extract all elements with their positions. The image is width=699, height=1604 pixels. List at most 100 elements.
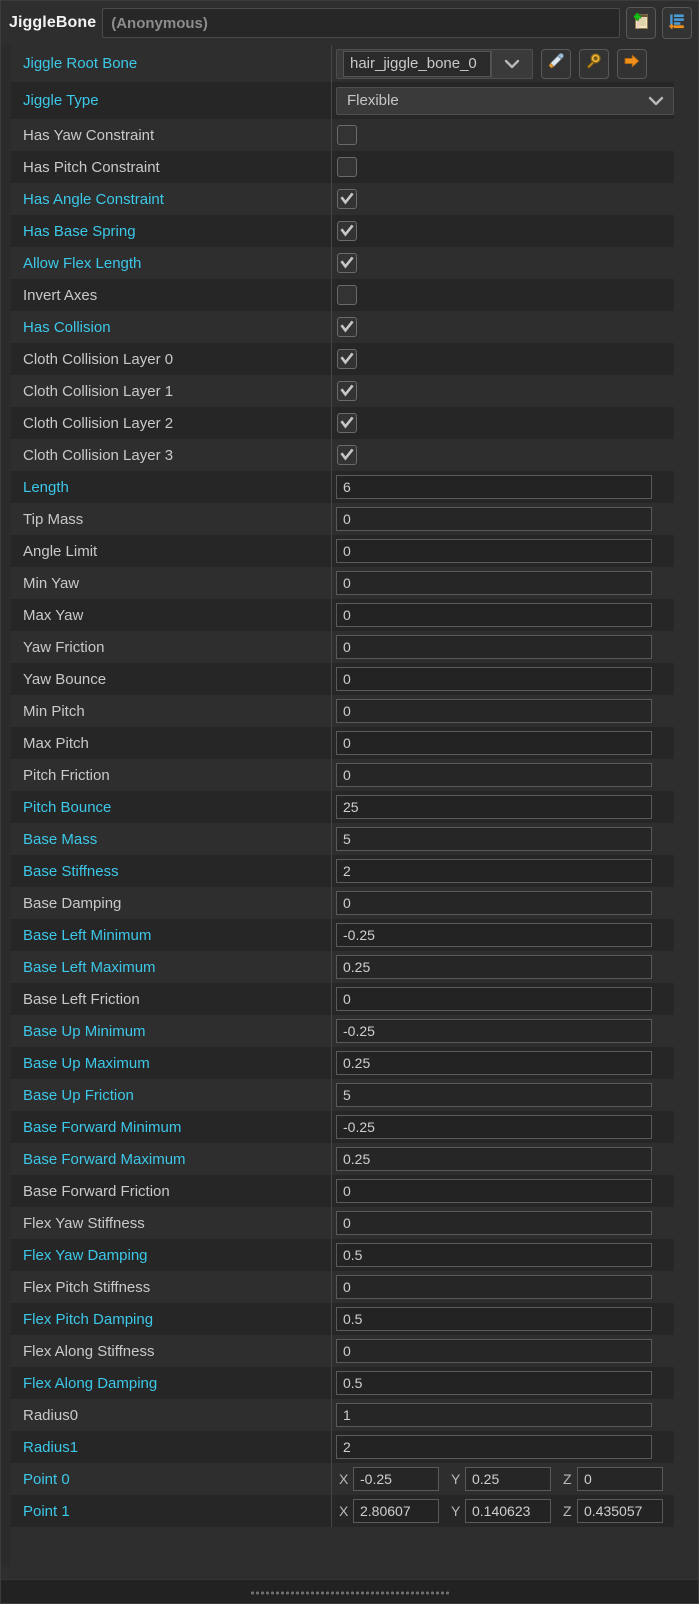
vector-field-y[interactable]: 0.140623 <box>465 1499 551 1523</box>
text-input[interactable]: 0 <box>336 699 652 723</box>
table-row: Point 0 X-0.25Y0.25Z0 <box>11 1463 674 1495</box>
row-label: Length <box>11 479 331 496</box>
row-field: 0 <box>331 1275 674 1299</box>
text-input[interactable]: 0 <box>336 731 652 755</box>
checkbox-has-base-spring[interactable] <box>337 221 357 241</box>
text-input[interactable]: 5 <box>336 827 652 851</box>
text-input[interactable]: -0.25 <box>336 923 652 947</box>
row-label: Allow Flex Length <box>11 255 331 272</box>
text-input[interactable]: 25 <box>336 795 652 819</box>
table-row: Point 1X2.80607Y0.140623Z0.435057 <box>11 1495 674 1527</box>
text-input[interactable]: 0 <box>336 539 652 563</box>
table-row: Base Stiffness2 <box>11 855 674 887</box>
table-row: Yaw Bounce 0 <box>11 663 674 695</box>
text-input[interactable]: 0 <box>336 1275 652 1299</box>
text-input[interactable]: 0 <box>336 635 652 659</box>
eyedropper-button[interactable] <box>541 49 571 79</box>
text-input[interactable]: 1 <box>336 1403 652 1427</box>
table-row: Min Yaw 0 <box>11 567 674 599</box>
row-field: 6 <box>331 475 674 499</box>
text-input[interactable]: 0 <box>336 1339 652 1363</box>
text-input[interactable]: 2 <box>336 1435 652 1459</box>
text-input[interactable]: 0 <box>336 571 652 595</box>
jigglebone-properties-panel: JiggleBone (Anonymous) <box>0 0 699 1604</box>
checkbox-has-pitch-constraint[interactable] <box>337 157 357 177</box>
row-label: Flex Pitch Damping <box>11 1311 331 1328</box>
row-field: 0 <box>331 539 674 563</box>
text-input[interactable]: 5 <box>336 1083 652 1107</box>
text-input[interactable]: 0.5 <box>336 1371 652 1395</box>
text-input[interactable]: -0.25 <box>336 1115 652 1139</box>
row-label: Base Forward Minimum <box>11 1119 331 1136</box>
checkbox-cloth-collision-layer-1[interactable] <box>337 381 357 401</box>
scrollbar-grip[interactable] <box>250 1589 450 1595</box>
text-input[interactable]: 0.25 <box>336 955 652 979</box>
text-input[interactable]: 0 <box>336 507 652 531</box>
vector-field-z[interactable]: 0.435057 <box>577 1499 663 1523</box>
checkbox-cloth-collision-layer-3[interactable] <box>337 445 357 465</box>
table-row: Base Mass5 <box>11 823 674 855</box>
text-input[interactable]: 2 <box>336 859 652 883</box>
jiggle-type-select[interactable]: Flexible <box>336 87 674 115</box>
checkbox-cloth-collision-layer-0[interactable] <box>337 349 357 369</box>
list-outline-icon <box>667 11 687 36</box>
text-input[interactable]: 0 <box>336 987 652 1011</box>
row-label: Has Collision <box>11 319 331 336</box>
text-input[interactable]: 0.5 <box>336 1307 652 1331</box>
text-input[interactable]: 6 <box>336 475 652 499</box>
text-input[interactable]: 0 <box>336 667 652 691</box>
vector-input-group: X2.80607Y0.140623Z0.435057 <box>336 1499 672 1523</box>
text-input[interactable]: 0.5 <box>336 1243 652 1267</box>
row-label: Base Left Maximum <box>11 959 331 976</box>
checkbox-has-yaw-constraint[interactable] <box>337 125 357 145</box>
vector-field-x[interactable]: -0.25 <box>353 1467 439 1491</box>
row-field <box>331 221 674 241</box>
chevron-down-icon[interactable] <box>639 88 673 114</box>
chevron-down-icon[interactable] <box>491 50 532 78</box>
text-input[interactable]: 0.25 <box>336 1051 652 1075</box>
table-row: Has Collision <box>11 311 674 343</box>
row-field: 5 <box>331 827 674 851</box>
row-label: Jiggle Root Bone <box>11 55 331 72</box>
row-label: Yaw Bounce <box>11 671 331 688</box>
table-row: Base Up Friction 5 <box>11 1079 674 1111</box>
checkbox-allow-flex-length[interactable] <box>337 253 357 273</box>
row-label: Point 0 <box>11 1471 331 1488</box>
root-bone-dropdown[interactable]: hair_jiggle_bone_0 <box>336 49 533 79</box>
checkbox-cloth-collision-layer-2[interactable] <box>337 413 357 433</box>
vector-field-y[interactable]: 0.25 <box>465 1467 551 1491</box>
checkbox-has-angle-constraint[interactable] <box>337 189 357 209</box>
row-label: Base Forward Friction <box>11 1183 331 1200</box>
row-label: Flex Pitch Stiffness <box>11 1279 331 1296</box>
text-input[interactable]: 0 <box>336 891 652 915</box>
row-label: Base Up Friction <box>11 1087 331 1104</box>
vector-input-group: X-0.25Y0.25Z0 <box>336 1467 672 1491</box>
goto-button[interactable] <box>617 49 647 79</box>
text-input[interactable]: 0 <box>336 1211 652 1235</box>
text-input[interactable]: 0 <box>336 603 652 627</box>
entity-name-input[interactable]: (Anonymous) <box>102 8 620 38</box>
row-jiggle-type: Jiggle Type Flexible <box>11 82 674 119</box>
checkbox-has-collision[interactable] <box>337 317 357 337</box>
vector-field-x[interactable]: 2.80607 <box>353 1499 439 1523</box>
table-row: Pitch Bounce25 <box>11 791 674 823</box>
table-row: Tip Mass0 <box>11 503 674 535</box>
list-outline-button[interactable] <box>662 7 692 39</box>
new-note-button[interactable] <box>626 7 656 39</box>
row-label: Radius0 <box>11 1407 331 1424</box>
axis-label-x: X <box>336 1503 353 1519</box>
row-label: Min Yaw <box>11 575 331 592</box>
horizontal-scrollbar[interactable] <box>1 1579 698 1603</box>
text-input[interactable]: -0.25 <box>336 1019 652 1043</box>
checkbox-invert-axes[interactable] <box>337 285 357 305</box>
text-input[interactable]: 0.25 <box>336 1147 652 1171</box>
row-field: 2 <box>331 859 674 883</box>
search-icon <box>584 51 604 76</box>
table-row: Base Forward Maximum0.25 <box>11 1143 674 1175</box>
row-label: Min Pitch <box>11 703 331 720</box>
search-button[interactable] <box>579 49 609 79</box>
text-input[interactable]: 0 <box>336 763 652 787</box>
table-row: Cloth Collision Layer 1 <box>11 375 674 407</box>
text-input[interactable]: 0 <box>336 1179 652 1203</box>
vector-field-z[interactable]: 0 <box>577 1467 663 1491</box>
